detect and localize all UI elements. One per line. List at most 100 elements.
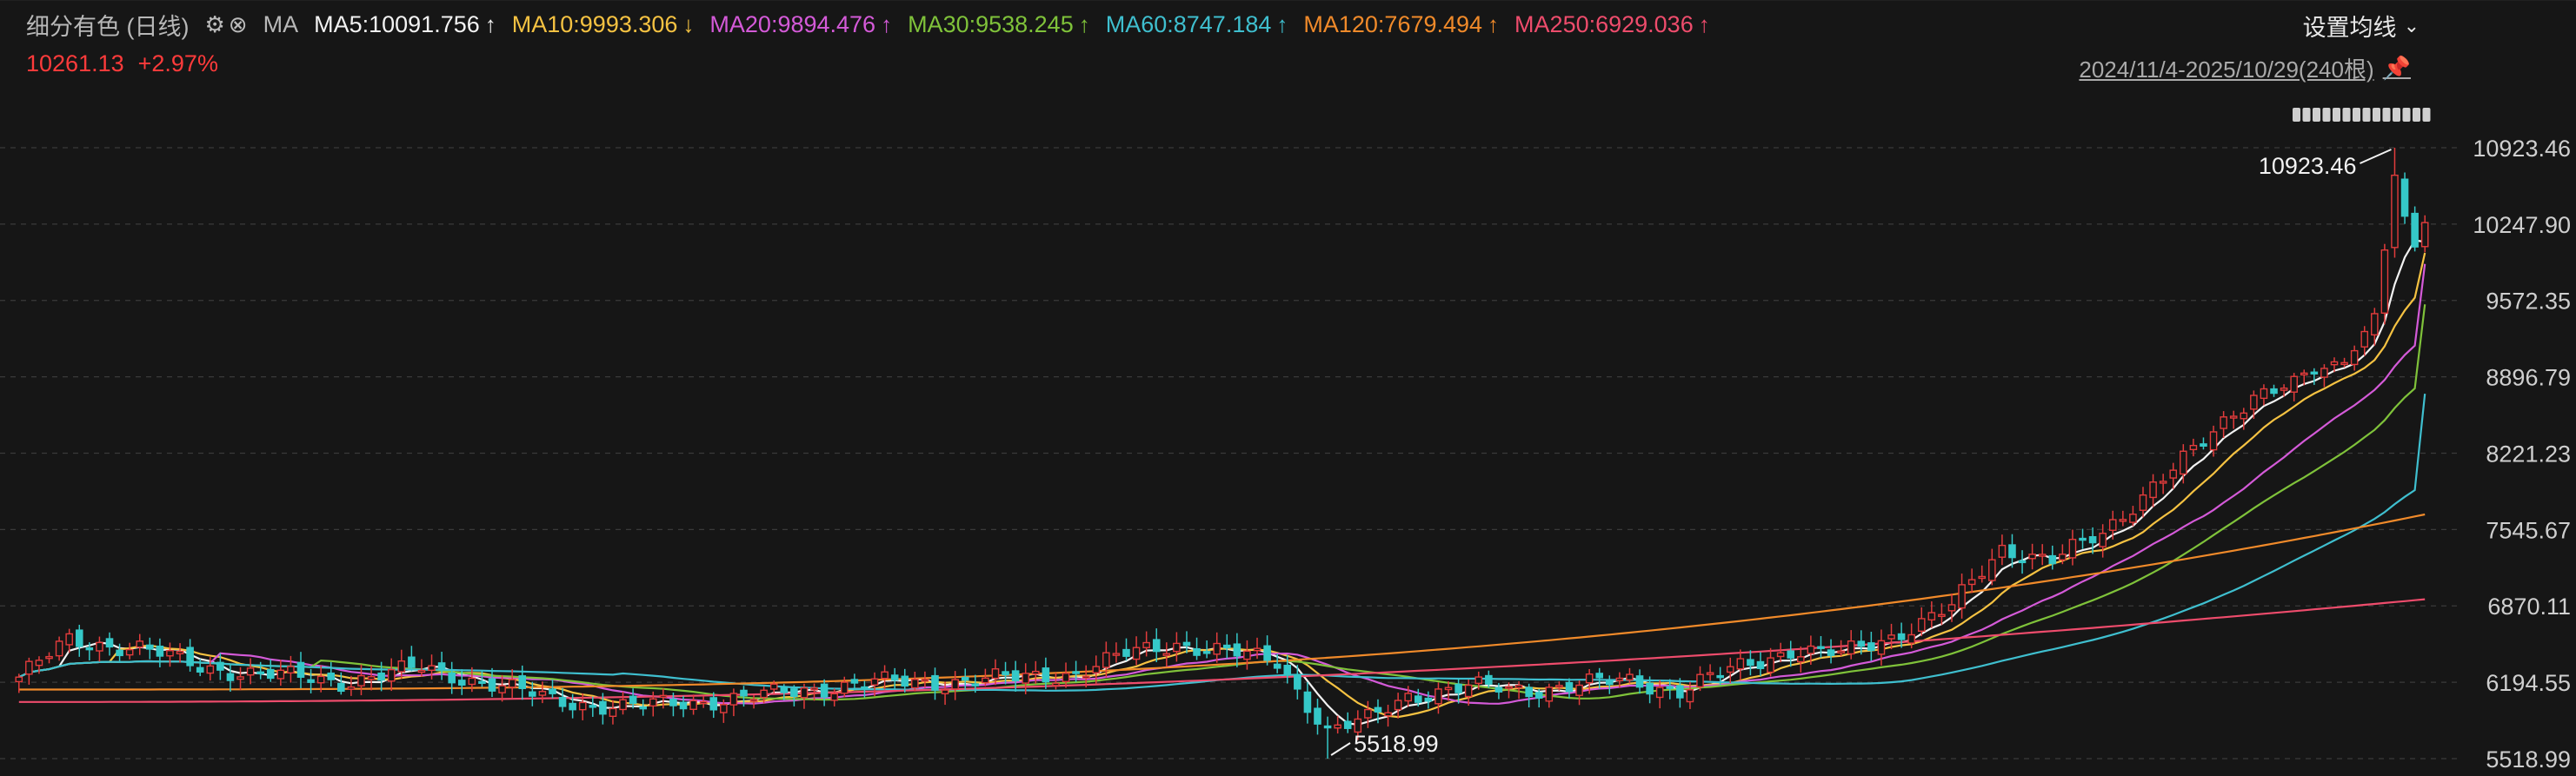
event-marker[interactable] [2362,108,2371,122]
ma-value-6: MA250:6929.036 ↑ [1514,11,1710,38]
date-range-link[interactable]: 2024/11/4-2025/10/29(240根) 📌 [2079,52,2411,84]
event-marker[interactable] [2422,108,2431,122]
candle-body [2180,450,2187,475]
candle-body [2028,554,2036,560]
candle-body [498,685,506,693]
ma-value-text: MA30:9538.245 [908,10,1074,37]
candle-body [96,641,103,652]
high-price-label: 10923.46 [2259,153,2357,179]
candle-body [1505,686,1513,689]
candle-body [387,668,396,682]
event-marker[interactable] [2402,108,2411,122]
event-marker[interactable] [2373,108,2380,122]
candle-body [35,660,43,667]
event-marker[interactable] [2302,108,2311,122]
candle-body [2240,412,2248,420]
settings-ma-label: 设置均线 [2302,15,2397,41]
candle-body [1364,708,1372,719]
candle-body [1424,697,1433,702]
candle-body [1052,682,1060,686]
candle-body [357,674,365,686]
candle-body [729,693,738,706]
candle-body [2320,368,2328,378]
candle-body [2400,178,2409,217]
candle-body [2391,174,2399,249]
settings-ma-button[interactable]: 设置均线 ⌄ [2303,9,2420,43]
candle-body [2189,444,2198,451]
event-marker[interactable] [2382,108,2391,122]
candle-body [1867,642,1875,652]
candle-body [1514,684,1523,689]
candle-body [549,688,556,694]
candle-body [820,683,829,698]
candle-body [1464,684,1473,698]
candle-body [2139,494,2147,511]
candle-body [1565,681,1574,693]
event-marker[interactable] [2293,108,2300,122]
candle-body [1917,618,1926,633]
event-marker[interactable] [2313,108,2320,122]
candle-body [1193,647,1201,656]
candle-body [870,678,879,686]
y-tick-label: 10923.46 [2473,136,2571,162]
event-marker[interactable] [2393,108,2400,122]
candle-body [186,647,194,667]
trend-arrow-icon: ↑ [1276,10,1288,37]
gear-icon[interactable]: ⚙ [204,11,224,38]
candle-body [760,689,768,699]
pin-icon[interactable]: 📌 [2383,55,2411,82]
candle-body [1243,650,1251,660]
event-marker[interactable] [2353,108,2360,122]
candle-body [2169,469,2178,479]
candle-body [2059,554,2067,561]
candle-body [901,675,909,687]
candle-body [1907,633,1915,644]
candle-body [256,671,264,675]
candle-body [2088,536,2097,544]
candle-body [1334,724,1341,729]
candle-body [2048,554,2057,565]
candle-body [931,674,939,691]
candle-body [529,691,536,697]
candle-body [2119,519,2127,522]
price-axis: 10923.46 10247.90 9572.35 8896.79 8221.23 754… [2473,136,2571,773]
ma-line-ma30 [18,304,2426,701]
event-marker[interactable] [2322,108,2331,122]
candle-body [2018,560,2027,564]
candle-body [649,698,657,707]
candle-body [850,679,859,684]
ma-line-ma60 [18,393,2426,692]
candle-body [448,672,456,684]
candle-body [1031,670,1040,675]
candle-body [599,700,607,715]
candle-body [347,686,356,690]
close-icon[interactable]: ⊗ [229,11,248,38]
event-marker[interactable] [2333,108,2340,122]
ma-value-2: MA20:9894.476 ↑ [709,11,892,38]
ma-value-5: MA120:7679.494 ↑ [1303,11,1499,38]
candle-body [327,672,336,680]
candle-body [890,674,899,681]
event-markers[interactable] [2293,108,2431,122]
candle-body [1626,673,1634,681]
candle-body [1011,670,1020,681]
candle-body [1877,640,1886,655]
candle-body [991,668,1000,680]
indicator-row: 细分有色 (日线) ⚙ ⊗ MA MA5:10091.756 ↑ MA10:9993… [26,7,1710,42]
candle-body [2108,519,2117,531]
grid-lines [0,0,2576,759]
price-row: 10261.13 +2.97% [26,50,218,77]
event-marker[interactable] [2413,108,2420,122]
candle-body [2159,481,2167,484]
candle-body [951,679,959,690]
candle-body [468,677,476,686]
candle-body [1414,695,1422,703]
candle-body [236,676,244,680]
candle-body [367,676,376,680]
candle-body [941,689,949,694]
event-marker[interactable] [2342,108,2351,122]
candle-body [1042,667,1050,683]
kline-chart[interactable]: 10923.46 10247.90 9572.35 8896.79 8221.23 754… [0,0,2576,776]
candle-body [1776,652,1785,658]
candle-body [1263,645,1271,661]
